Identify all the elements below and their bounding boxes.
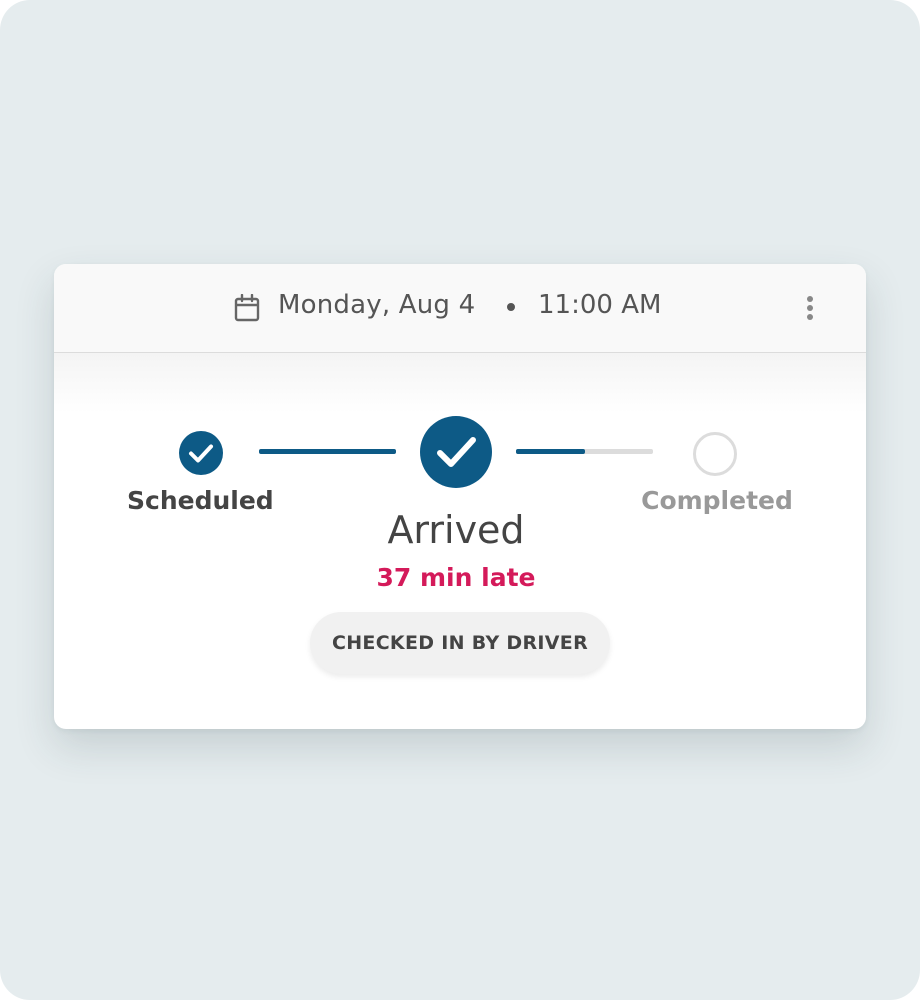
header-shadow [54, 353, 866, 413]
step-label-scheduled: Scheduled [127, 486, 274, 515]
step-arrived-check-icon [420, 416, 492, 488]
separator-dot [507, 303, 515, 311]
background-frame: Monday, Aug 4 11:00 AM Scheduled Arrived… [0, 0, 920, 1000]
step-connector-1 [259, 449, 396, 454]
appointment-status-card: Monday, Aug 4 11:00 AM Scheduled Arrived… [54, 264, 866, 729]
card-header: Monday, Aug 4 11:00 AM [54, 264, 866, 353]
step-label-completed: Completed [641, 486, 793, 515]
step-completed-empty-circle-icon [693, 432, 737, 476]
step-connector-2-progress [516, 449, 585, 454]
step-scheduled-check-icon [179, 431, 223, 475]
more-options-icon[interactable] [798, 290, 822, 326]
step-label-arrived: Arrived [387, 508, 525, 552]
appointment-time: 11:00 AM [538, 290, 662, 320]
step-connector-2 [516, 449, 653, 454]
appointment-date: Monday, Aug 4 [278, 290, 476, 320]
late-status-text: 37 min late [376, 563, 536, 592]
calendar-icon [234, 294, 260, 322]
checked-in-badge: CHECKED IN BY DRIVER [310, 612, 610, 674]
